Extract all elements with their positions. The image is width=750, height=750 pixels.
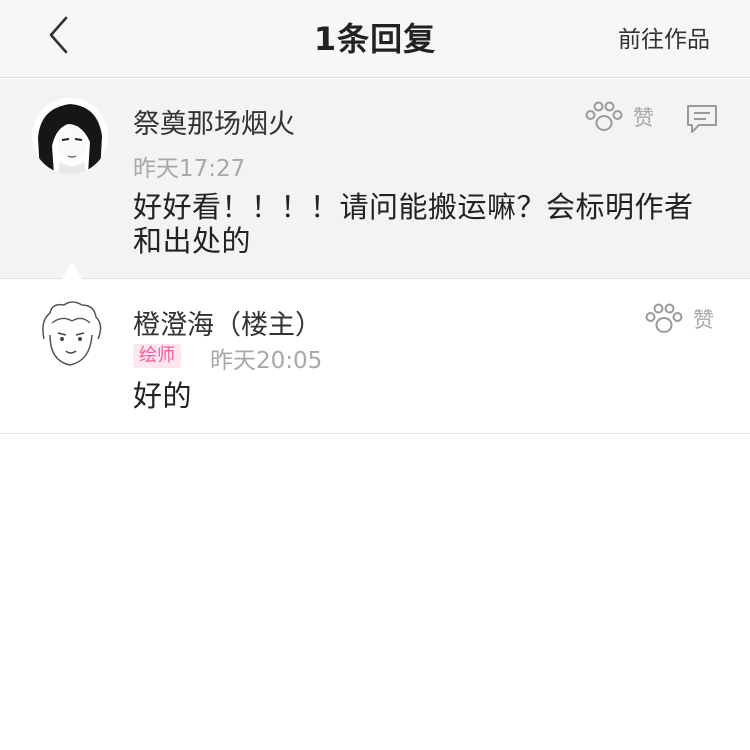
top-navbar: 1条回复 前往作品 [0,0,750,78]
reply-pointer [62,262,82,279]
reply-button[interactable] [685,103,719,139]
comment-time: 昨天17:27 [133,156,246,182]
reply-content: 好的 [133,379,193,413]
artist-badge: 绘师 [133,344,181,368]
reply-time: 昨天20:05 [210,348,323,374]
paw-icon [585,101,623,131]
like-label: 赞 [633,106,654,130]
comment-content-line: 和出处的 [133,224,252,258]
comment-content: 好好看！！！！请问能搬运嘛？会标明作者 和出处的 [133,190,723,258]
reply-avatar[interactable] [32,299,108,375]
comment-content-line: 好好看！！！！请问能搬运嘛？会标明作者 [133,190,694,224]
original-comment: 祭奠那场烟火 昨天17:27 好好看！！！！请问能搬运嘛？会标明作者 和出处的 … [0,79,750,279]
avatar[interactable] [32,98,108,174]
comment-username[interactable]: 祭奠那场烟火 [133,102,295,141]
comment-icon [687,105,717,133]
reply-comment: 橙澄海（楼主） 绘师 昨天20:05 好的 赞 [0,279,750,434]
reply-username[interactable]: 橙澄海（楼主） [133,303,322,342]
like-button[interactable]: 赞 [585,101,654,133]
paw-icon [645,303,683,333]
goto-work-link[interactable]: 前往作品 [618,20,710,54]
like-label: 赞 [693,308,714,332]
avatar-illustration [32,98,108,174]
reply-like-button[interactable]: 赞 [645,303,714,335]
avatar-illustration [32,299,108,375]
